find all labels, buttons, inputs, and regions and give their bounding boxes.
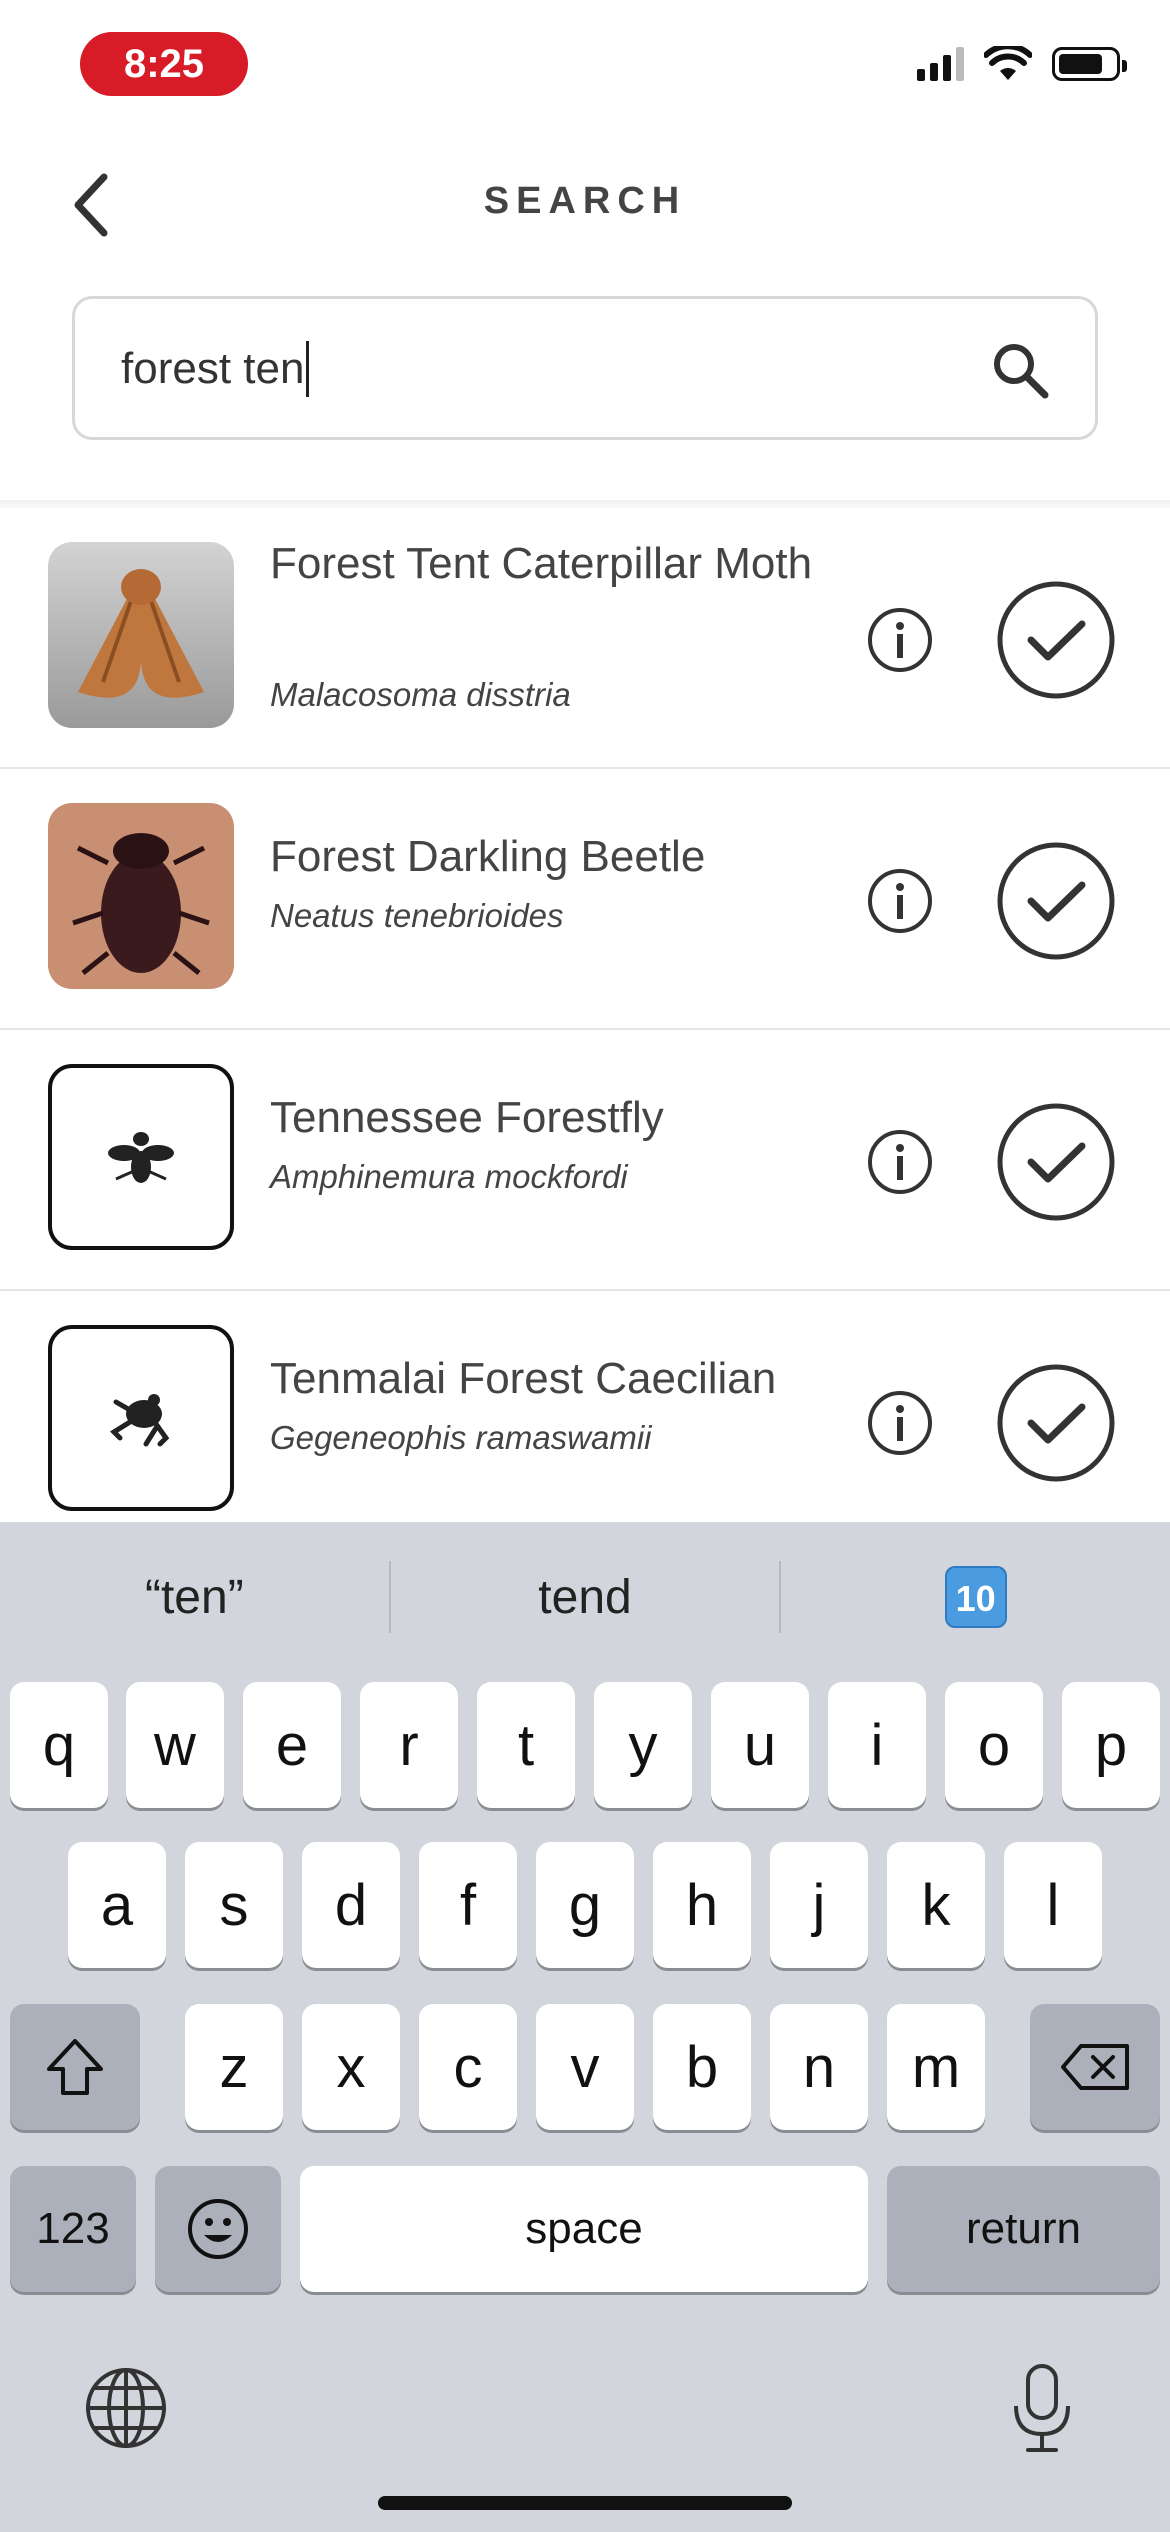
key-e[interactable]: e [243, 1682, 341, 1808]
suggestion-quoted[interactable]: “ten” [0, 1570, 389, 1625]
key-f[interactable]: f [419, 1842, 517, 1968]
return-key[interactable]: return [887, 2166, 1160, 2292]
key-w[interactable]: w [126, 1682, 224, 1808]
info-icon[interactable] [866, 606, 934, 674]
key-p[interactable]: p [1062, 1682, 1160, 1808]
select-check-icon[interactable] [996, 1363, 1116, 1483]
key-v[interactable]: v [536, 2004, 634, 2130]
wifi-icon [984, 46, 1032, 80]
select-check-icon[interactable] [996, 580, 1116, 700]
shift-key[interactable] [10, 2004, 140, 2130]
keycap-ten-icon: 10 [944, 1566, 1007, 1628]
list-item[interactable]: Tenmalai Forest Caecilian Gegeneophis ra… [0, 1291, 1170, 1522]
key-z[interactable]: z [185, 2004, 283, 2130]
delete-key[interactable] [1030, 2004, 1160, 2130]
key-k[interactable]: k [887, 1842, 985, 1968]
insect-icon [48, 1064, 234, 1250]
key-h[interactable]: h [653, 1842, 751, 1968]
keyboard-suggestions: “ten” tend 10 [0, 1522, 1170, 1672]
list-item[interactable]: Forest Tent Caterpillar Moth Malacosoma … [0, 508, 1170, 769]
header: SEARCH [0, 140, 1170, 270]
key-x[interactable]: x [302, 2004, 400, 2130]
search-input-text: forest ten [121, 341, 310, 397]
key-b[interactable]: b [653, 2004, 751, 2130]
key-a[interactable]: a [68, 1842, 166, 1968]
battery-icon [1052, 47, 1127, 81]
scientific-name: Neatus tenebrioides [270, 897, 564, 934]
info-icon[interactable] [866, 867, 934, 935]
emoji-smiley-icon [188, 2199, 248, 2259]
beetle-photo [48, 803, 234, 989]
globe-icon[interactable] [84, 2366, 168, 2450]
key-c[interactable]: c [419, 2004, 517, 2130]
scientific-name: Gegeneophis ramaswamii [270, 1419, 652, 1456]
scientific-name: Malacosoma disstria [270, 676, 571, 713]
common-name: Tennessee Forestfly [270, 1093, 664, 1142]
key-u[interactable]: u [711, 1682, 809, 1808]
key-j[interactable]: j [770, 1842, 868, 1968]
keyboard: “ten” tend 10 q w e r t y u i o p a s d … [0, 1522, 1170, 2532]
search-value: forest ten [121, 344, 305, 393]
page-title: SEARCH [483, 180, 687, 222]
key-r[interactable]: r [360, 1682, 458, 1808]
common-name: Forest Tent Caterpillar Moth [270, 539, 813, 588]
key-o[interactable]: o [945, 1682, 1043, 1808]
search-icon[interactable] [989, 339, 1051, 401]
key-y[interactable]: y [594, 1682, 692, 1808]
text-caret [306, 341, 310, 397]
key-g[interactable]: g [536, 1842, 634, 1968]
numbers-key[interactable]: 123 [10, 2166, 136, 2292]
microphone-icon[interactable] [1008, 2362, 1076, 2454]
list-item[interactable]: Forest Darkling Beetle Neatus tenebrioid… [0, 769, 1170, 1030]
key-d[interactable]: d [302, 1842, 400, 1968]
results-list: Forest Tent Caterpillar Moth Malacosoma … [0, 508, 1170, 1522]
info-icon[interactable] [866, 1128, 934, 1196]
suggestion-emoji[interactable]: 10 [781, 1566, 1170, 1628]
common-name: Tenmalai Forest Caecilian [270, 1354, 777, 1403]
status-icons [917, 46, 1127, 82]
suggestion-word[interactable]: tend [391, 1570, 780, 1625]
status-bar: 8:25 [0, 0, 1170, 130]
list-item[interactable]: Tennessee Forestfly Amphinemura mockford… [0, 1030, 1170, 1291]
key-s[interactable]: s [185, 1842, 283, 1968]
status-time: 8:25 [80, 32, 248, 96]
key-t[interactable]: t [477, 1682, 575, 1808]
key-n[interactable]: n [770, 2004, 868, 2130]
shift-icon [47, 2039, 103, 2095]
key-q[interactable]: q [10, 1682, 108, 1808]
common-name: Forest Darkling Beetle [270, 832, 706, 881]
key-l[interactable]: l [1004, 1842, 1102, 1968]
home-indicator[interactable] [378, 2496, 792, 2510]
backspace-icon [1061, 2044, 1129, 2090]
moth-photo [48, 542, 234, 728]
emoji-key[interactable] [155, 2166, 281, 2292]
key-i[interactable]: i [828, 1682, 926, 1808]
search-input[interactable]: forest ten [72, 296, 1098, 440]
scientific-name: Amphinemura mockfordi [270, 1158, 628, 1195]
key-m[interactable]: m [887, 2004, 985, 2130]
frog-icon [48, 1325, 234, 1511]
select-check-icon[interactable] [996, 1102, 1116, 1222]
info-icon[interactable] [866, 1389, 934, 1457]
space-key[interactable]: space [300, 2166, 868, 2292]
cellular-signal-icon [917, 47, 964, 81]
select-check-icon[interactable] [996, 841, 1116, 961]
